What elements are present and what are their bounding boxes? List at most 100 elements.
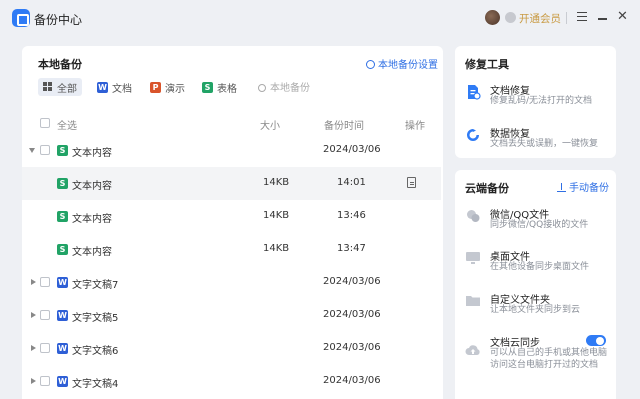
search-placeholder: 本地备份: [270, 83, 310, 94]
file-name: 文字文稿7: [72, 280, 119, 291]
tool-desc: 在其他设备同步桌面文件: [490, 262, 590, 272]
word-icon: W: [57, 277, 68, 288]
expand-arrow-icon[interactable]: [31, 345, 36, 351]
backup-time: 14:01: [337, 177, 366, 188]
filter-all[interactable]: 全部: [38, 78, 82, 96]
custom-folder-item[interactable]: 自定义文件夹 让本地文件夹同步到云: [465, 291, 615, 321]
word-icon: W: [57, 343, 68, 354]
collapse-arrow-icon[interactable]: [29, 148, 35, 153]
avatar[interactable]: [485, 10, 500, 25]
table-row[interactable]: S 文本内容 14KB 14:01: [22, 167, 441, 200]
sheet-icon: S: [57, 145, 68, 156]
backup-time: 2024/03/06: [323, 276, 381, 287]
row-checkbox[interactable]: [40, 376, 50, 386]
table-row[interactable]: W 文字文稿7 2024/03/06: [22, 266, 441, 299]
row-checkbox[interactable]: [40, 343, 50, 353]
file-size: 14KB: [263, 177, 290, 188]
filter-ppt[interactable]: P 演示: [150, 78, 185, 96]
table-row[interactable]: W 文字文稿6 2024/03/06: [22, 332, 441, 365]
gear-icon: [366, 60, 375, 69]
cloud-backup-panel: 云端备份 手动备份 微信/QQ文件 同步微信/QQ接收的文件 桌面文件 在其他设…: [455, 170, 616, 399]
local-backup-settings-button[interactable]: 本地备份设置: [366, 56, 438, 71]
document-cloud-sync-toggle[interactable]: [586, 335, 606, 346]
backup-time: 2024/03/06: [323, 309, 381, 320]
wechat-qq-icon: [467, 210, 480, 222]
repair-tools-panel: 修复工具 文档修复 修复乱码/无法打开的文档 数据恢复 文档丢失或误删，一键恢复: [455, 46, 616, 158]
column-size: 大小: [260, 121, 280, 132]
search-input[interactable]: 本地备份: [258, 79, 310, 94]
file-size: 14KB: [263, 243, 290, 254]
word-icon: W: [97, 81, 108, 93]
grid-icon: [43, 82, 53, 92]
expand-arrow-icon[interactable]: [31, 312, 36, 318]
backup-time: 13:47: [337, 243, 366, 254]
document-repair-icon: [468, 85, 481, 100]
file-name: 文本内容: [72, 148, 112, 159]
file-name: 文字文稿5: [72, 313, 119, 324]
table-row[interactable]: S 文本内容 14KB 13:47: [22, 233, 441, 266]
file-name: 文本内容: [72, 247, 112, 258]
search-icon: [258, 84, 266, 92]
row-checkbox[interactable]: [40, 145, 50, 155]
tool-desc: 让本地文件夹同步到云: [490, 305, 581, 315]
close-icon[interactable]: ✕: [617, 10, 628, 24]
vip-icon[interactable]: [505, 12, 516, 23]
sheet-icon: S: [57, 244, 68, 255]
expand-arrow-icon[interactable]: [31, 378, 36, 384]
cloud-backup-title: 云端备份: [465, 182, 509, 195]
sheet-icon: S: [57, 178, 68, 189]
backup-time: 2024/03/06: [323, 375, 381, 386]
tool-desc: 可以从自己的手机或其他电脑: [490, 348, 608, 358]
table-row[interactable]: S 文本内容 2024/03/06: [22, 134, 441, 167]
sheet-icon: S: [57, 211, 68, 222]
vip-button[interactable]: 开通会员: [519, 11, 561, 26]
app-logo-icon: [12, 9, 30, 27]
ppt-icon: P: [150, 81, 161, 93]
backup-time: 2024/03/06: [323, 342, 381, 353]
app-title: 备份中心: [34, 13, 83, 27]
backup-time: 13:46: [337, 210, 366, 221]
data-recovery-icon: [467, 129, 479, 141]
manual-backup-label: 手动备份: [569, 183, 609, 194]
desktop-files-item[interactable]: 桌面文件 在其他设备同步桌面文件: [465, 248, 615, 278]
filter-doc[interactable]: W 文档: [97, 78, 132, 96]
row-checkbox[interactable]: [40, 277, 50, 287]
column-action: 操作: [405, 121, 425, 132]
filter-ppt-label: 演示: [165, 83, 185, 95]
local-backup-title: 本地备份: [38, 58, 82, 71]
minimize-icon[interactable]: [598, 18, 607, 20]
file-name: 文本内容: [72, 214, 112, 225]
data-recovery-item[interactable]: 数据恢复 文档丢失或误删，一键恢复: [465, 125, 615, 155]
column-time: 备份时间: [324, 121, 364, 132]
wechat-qq-files-item[interactable]: 微信/QQ文件 同步微信/QQ接收的文件: [465, 206, 615, 236]
table-row[interactable]: W 文字文稿5 2024/03/06: [22, 299, 441, 332]
document-repair-item[interactable]: 文档修复 修复乱码/无法打开的文档: [465, 82, 615, 112]
repair-tools-title: 修复工具: [465, 58, 509, 71]
divider: [566, 12, 567, 24]
file-name: 文字文稿4: [72, 379, 119, 390]
backup-time: 2024/03/06: [323, 144, 381, 155]
word-icon: W: [57, 376, 68, 387]
expand-arrow-icon[interactable]: [31, 279, 36, 285]
select-all-checkbox[interactable]: [40, 118, 50, 128]
cloud-upload-icon: [465, 345, 480, 355]
sheet-icon: S: [202, 81, 213, 93]
tool-desc: 文档丢失或误删，一键恢复: [490, 139, 599, 149]
file-size: 14KB: [263, 210, 290, 221]
table-row[interactable]: W 文字文稿4 2024/03/06: [22, 365, 441, 398]
desktop-icon: [466, 252, 480, 264]
row-checkbox[interactable]: [40, 310, 50, 320]
file-name: 文字文稿6: [72, 346, 119, 357]
tool-desc: 同步微信/QQ接收的文件: [490, 220, 589, 230]
table-row[interactable]: S 文本内容 14KB 13:46: [22, 200, 441, 233]
manual-backup-button[interactable]: 手动备份: [557, 179, 609, 194]
table-header: 全选 大小 备份时间 操作: [22, 116, 443, 132]
filter-sheet[interactable]: S 表格: [202, 78, 237, 96]
folder-icon: [466, 296, 480, 306]
file-name: 文本内容: [72, 181, 112, 192]
select-all-label: 全选: [57, 121, 77, 132]
open-document-icon[interactable]: [407, 177, 416, 188]
menu-icon[interactable]: [577, 12, 587, 21]
title-bar: 备份中心 开通会员 ✕: [0, 0, 640, 38]
filter-doc-label: 文档: [112, 83, 132, 95]
